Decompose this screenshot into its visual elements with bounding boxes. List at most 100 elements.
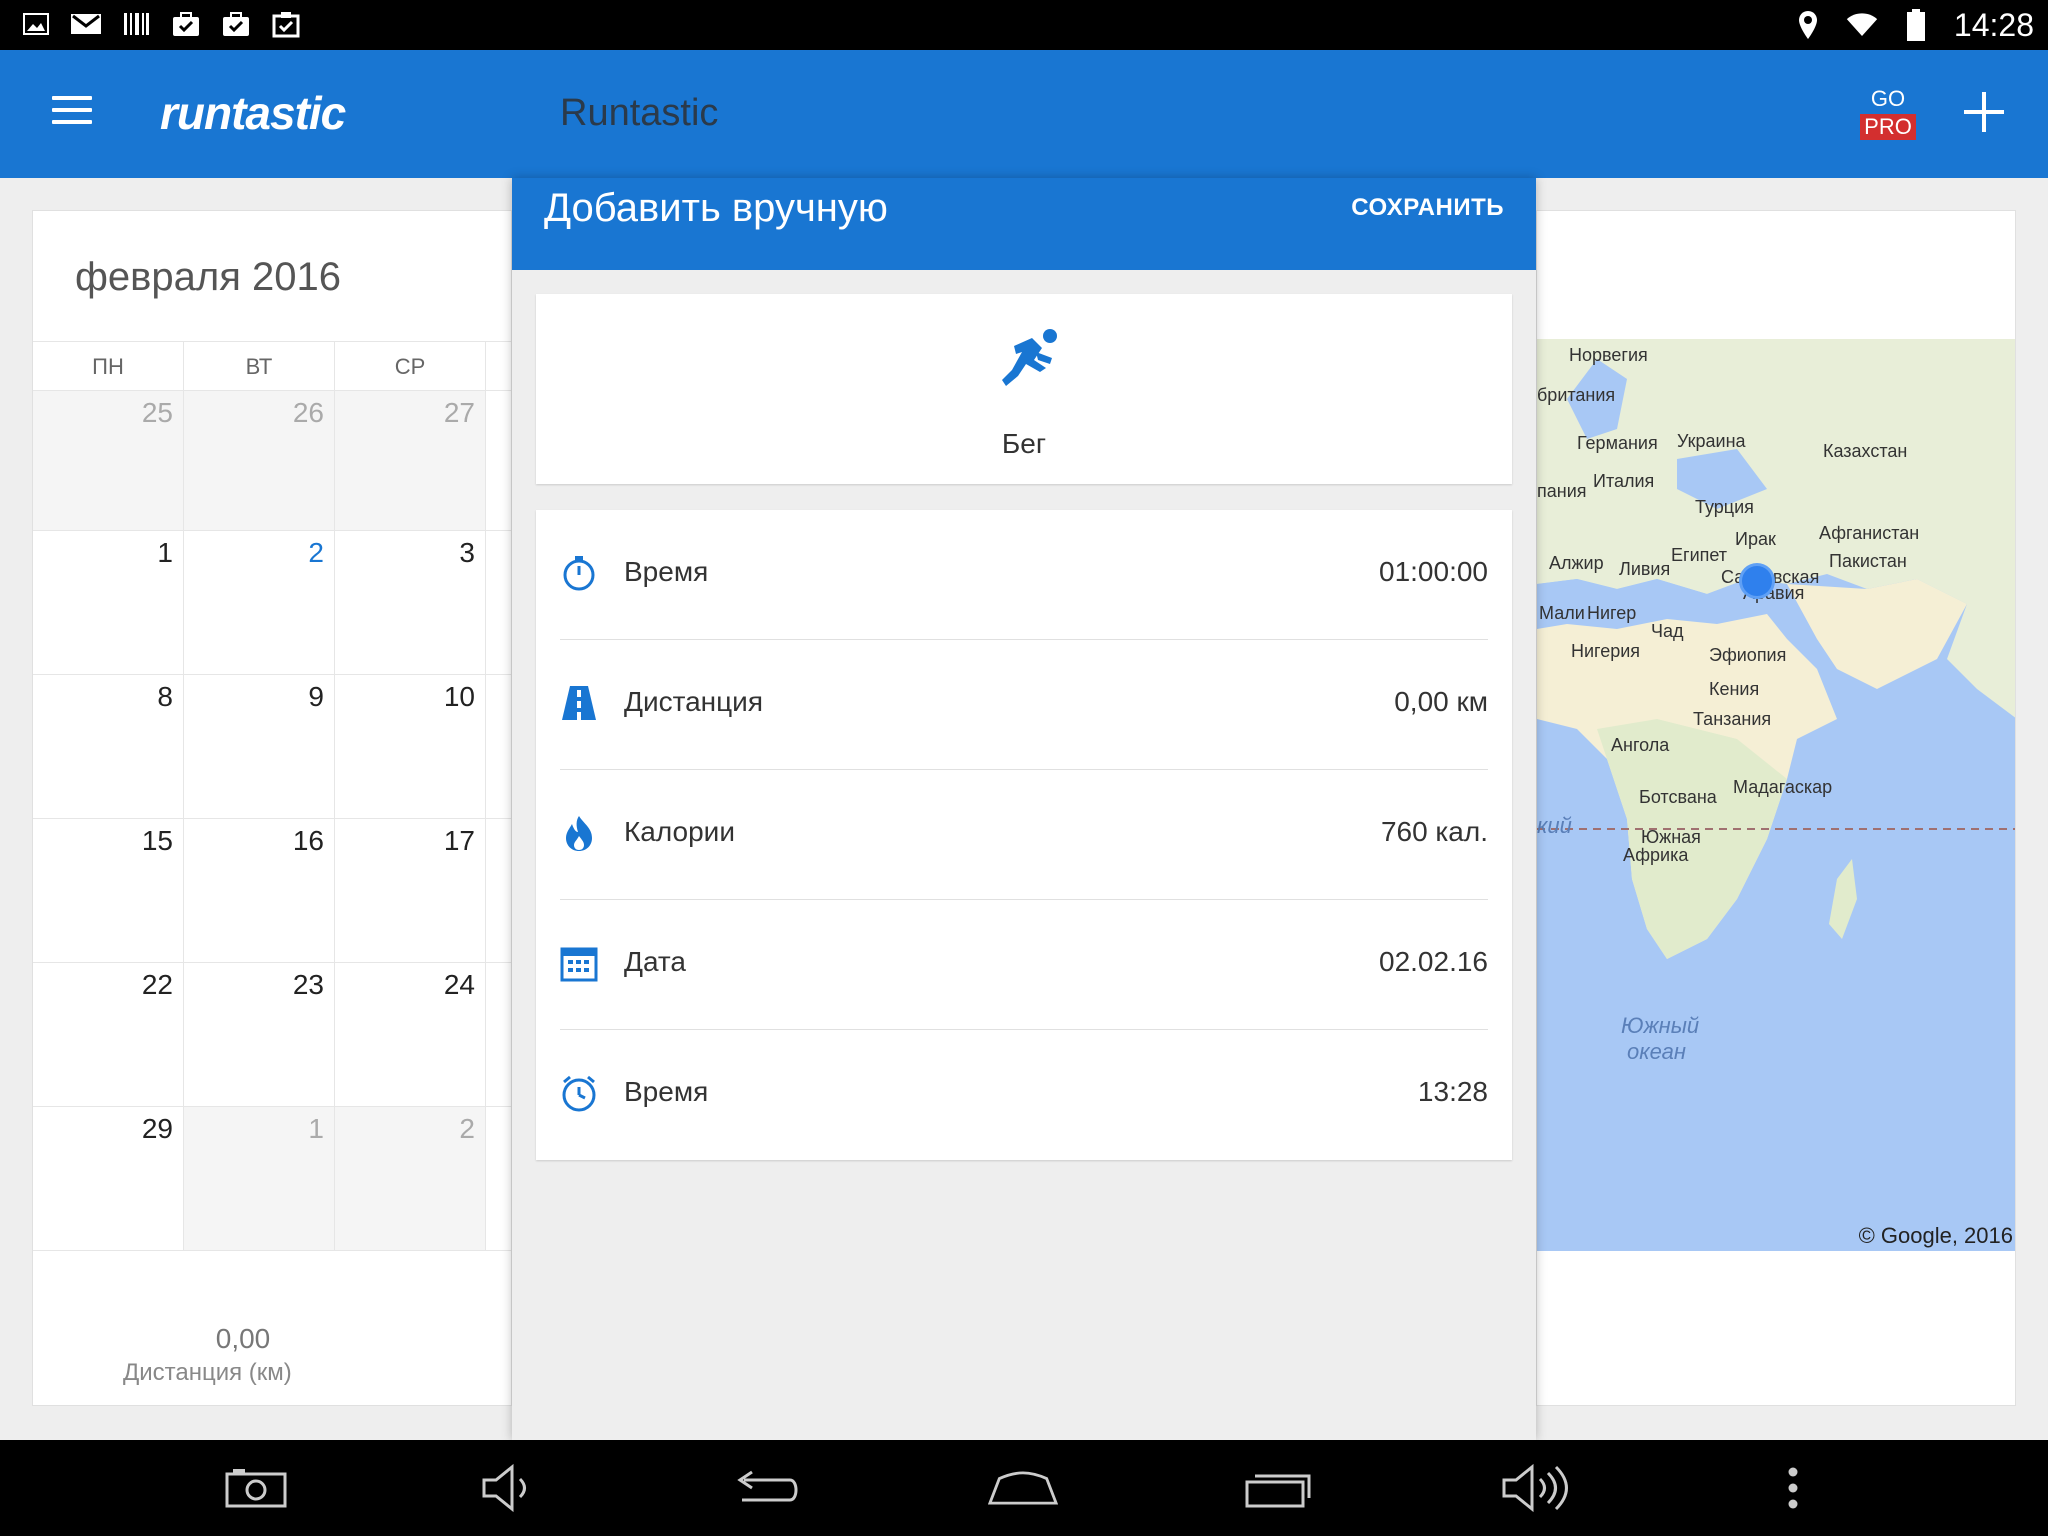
map-copyright: © Google, 2016: [1858, 1223, 2013, 1248]
calendar-day-cell[interactable]: 2: [335, 1107, 486, 1250]
add-manual-dialog: Добавить вручную СОХРАНИТЬ Бег Время 01:…: [512, 178, 1536, 1440]
calendar-day-number: 1: [308, 1113, 324, 1144]
weekday-label: ВТ: [184, 342, 335, 390]
go-pro-label-bottom: PRO: [1860, 114, 1916, 140]
screenshot-icon[interactable]: [221, 1458, 291, 1518]
calendar-day-cell[interactable]: 25: [33, 391, 184, 530]
activity-fields: Время 01:00:00 Дистанция 0,00 км Калории…: [536, 510, 1512, 1160]
map-label: Афганистан: [1819, 523, 1920, 543]
field-date[interactable]: Дата 02.02.16: [560, 900, 1488, 1030]
map-label: Нигер: [1587, 603, 1637, 623]
map-label: Египет: [1671, 545, 1728, 565]
calendar-day-cell[interactable]: 3: [335, 531, 486, 674]
running-icon: [996, 324, 1066, 394]
field-duration[interactable]: Время 01:00:00: [560, 510, 1488, 640]
calendar-day-number: 9: [308, 681, 324, 712]
calendar-day-cell[interactable]: 27: [335, 391, 486, 530]
calendar-day-cell[interactable]: 29: [33, 1107, 184, 1250]
summary-distance-value: 0,00: [215, 1323, 271, 1354]
flame-icon: [560, 814, 598, 852]
map-label: Южный: [1621, 1013, 1700, 1038]
save-button[interactable]: СОХРАНИТЬ: [1351, 194, 1504, 222]
calendar-day-number: 2: [459, 1113, 475, 1144]
calendar-day-cell[interactable]: 2: [184, 531, 335, 674]
calendar-day-cell[interactable]: 23: [184, 963, 335, 1106]
calendar-day-number: 27: [443, 397, 475, 428]
brand-logo: runtastic: [160, 87, 346, 139]
field-label: Время: [624, 1076, 709, 1107]
volume-down-icon[interactable]: [475, 1458, 545, 1518]
calendar-day-cell[interactable]: 10: [335, 675, 486, 818]
calendar-day-number: 10: [443, 681, 475, 712]
calendar-day-number: 1: [157, 537, 173, 568]
field-value: 01:00:00: [1379, 556, 1488, 587]
calendar-day-number: 16: [292, 825, 324, 856]
map-label: Кения: [1709, 679, 1760, 699]
map-card: ФинляндияШвецияНорвегиябританияГерманияУ…: [1536, 210, 2016, 1406]
calendar-day-cell[interactable]: 24: [335, 963, 486, 1106]
map-label: Мали: [1539, 603, 1585, 623]
calendar-day-cell[interactable]: 16: [184, 819, 335, 962]
calendar-day-number: 22: [141, 969, 173, 1000]
go-pro-button[interactable]: GO PRO: [1860, 86, 1916, 140]
location-icon: [1792, 9, 1824, 41]
calendar-week-row: 8 9 10: [33, 675, 511, 819]
map-label: Ливия: [1619, 559, 1671, 579]
map-label: Украина: [1677, 431, 1746, 451]
sport-selector[interactable]: Бег: [536, 294, 1512, 484]
calendar-icon: [560, 944, 598, 982]
calendar-month-title: февраля 2016: [75, 255, 341, 299]
calendar-week-row: 15 16 17: [33, 819, 511, 963]
weekday-label: СР: [335, 342, 486, 390]
map-label: Танзания: [1693, 709, 1772, 729]
stopwatch-icon: [560, 554, 598, 592]
map-label: Пакистан: [1829, 551, 1907, 571]
calendar-day-cell[interactable]: 9: [184, 675, 335, 818]
volume-up-icon[interactable]: [1500, 1458, 1570, 1518]
calendar-day-cell[interactable]: 26: [184, 391, 335, 530]
status-bar: 14:28: [0, 0, 2048, 50]
map-label: Ботсвана: [1639, 787, 1717, 807]
home-icon[interactable]: [988, 1458, 1058, 1518]
menu-icon[interactable]: [52, 96, 92, 130]
map-view[interactable]: ФинляндияШвецияНорвегиябританияГерманияУ…: [1537, 339, 2015, 1251]
field-calories[interactable]: Калории 760 кал.: [560, 770, 1488, 900]
calendar-day-number: 17: [443, 825, 475, 856]
weekday-label: ПН: [33, 342, 184, 390]
gmail-icon: [70, 8, 102, 40]
calendar-day-number: 29: [141, 1113, 173, 1144]
more-icon[interactable]: [1758, 1458, 1828, 1518]
page-title: Runtastic: [560, 92, 719, 134]
calendar-day-number: 15: [141, 825, 173, 856]
calendar-day-cell[interactable]: 22: [33, 963, 184, 1106]
app-bar: runtastic Runtastic GO PRO: [0, 50, 2048, 178]
back-icon[interactable]: [730, 1458, 800, 1518]
calendar-day-number: 26: [292, 397, 324, 428]
field-value: 0,00 км: [1394, 686, 1488, 717]
clipboard-check-icon: [270, 8, 302, 40]
field-value: 02.02.16: [1379, 946, 1488, 977]
map-label: Ирак: [1735, 529, 1776, 549]
clock-icon: [560, 1074, 598, 1112]
sport-name: Бег: [1001, 428, 1047, 459]
calendar-day-cell[interactable]: 15: [33, 819, 184, 962]
calendar-day-cell[interactable]: 8: [33, 675, 184, 818]
add-icon[interactable]: [1962, 90, 2006, 134]
field-start-time[interactable]: Время 13:28: [560, 1030, 1488, 1160]
calendar-day-number: 3: [459, 537, 475, 568]
notification-icons: [20, 8, 302, 40]
map-label: кий: [1537, 813, 1572, 838]
calendar-day-cell[interactable]: 17: [335, 819, 486, 962]
current-location-marker: [1739, 563, 1775, 599]
calendar-day-number: 23: [292, 969, 324, 1000]
briefcase-check-icon: [170, 8, 202, 40]
field-label: Калории: [624, 816, 735, 847]
recents-icon[interactable]: [1245, 1458, 1315, 1518]
map-label: Мадагаскар: [1733, 777, 1833, 797]
field-distance[interactable]: Дистанция 0,00 км: [560, 640, 1488, 770]
map-label: Африка: [1623, 845, 1689, 865]
calendar-day-cell[interactable]: 1: [184, 1107, 335, 1250]
dialog-title: Добавить вручную: [544, 186, 888, 230]
calendar-day-cell[interactable]: 1: [33, 531, 184, 674]
battery-icon: [1900, 9, 1932, 41]
